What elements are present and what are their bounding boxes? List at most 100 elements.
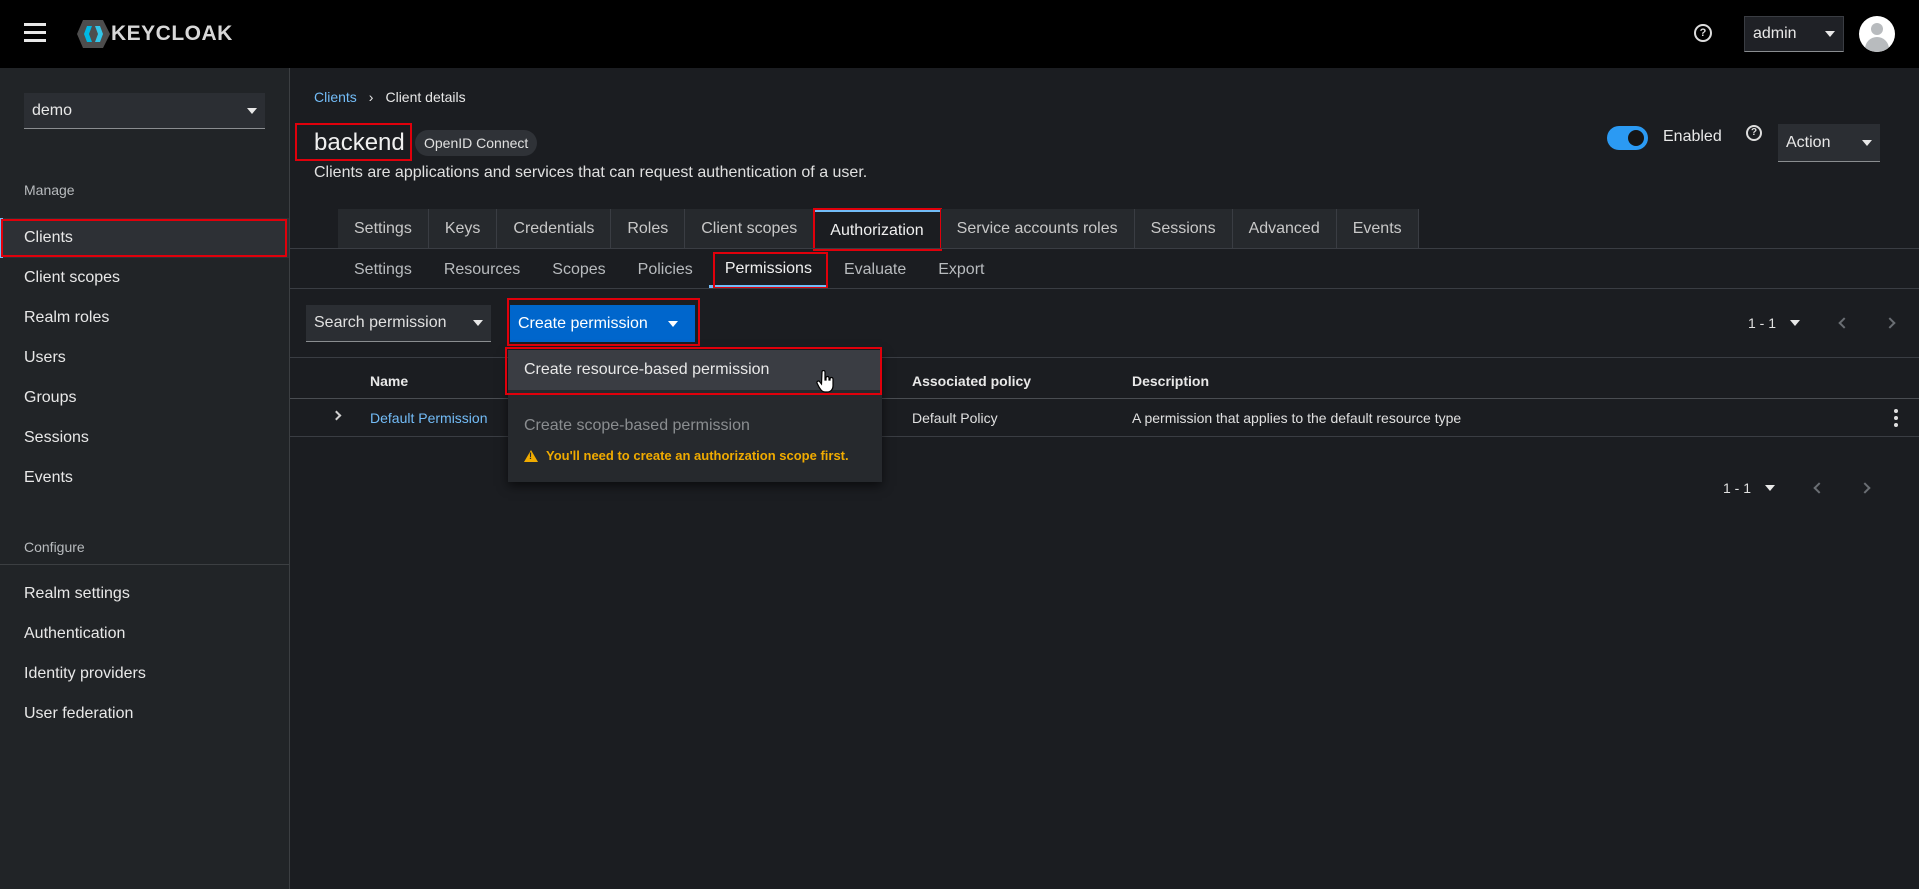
subtab-resources[interactable]: Resources (428, 252, 536, 288)
create-permission-button[interactable]: Create permission (510, 305, 695, 342)
pagination-dropdown-icon[interactable] (1765, 485, 1776, 491)
sidebar-item-label: Events (24, 469, 73, 486)
sidebar-item-sessions[interactable]: Sessions (0, 418, 289, 458)
sidebar-item-identity-providers[interactable]: Identity providers (0, 654, 289, 694)
subtab-policies[interactable]: Policies (622, 252, 709, 288)
sidebar-item-client-scopes[interactable]: Client scopes (0, 258, 289, 298)
nav-section-configure: Configure (24, 539, 85, 555)
subtab-permissions[interactable]: Permissions (708, 252, 828, 289)
action-label: Action (1786, 133, 1831, 151)
nav-divider (0, 564, 289, 565)
logo-text: KEYCLOAK (111, 22, 233, 45)
sidebar-item-label: Client scopes (24, 269, 121, 286)
subtab-export[interactable]: Export (922, 252, 1000, 288)
previous-page-icon[interactable] (1838, 317, 1850, 329)
user-dropdown[interactable]: admin (1744, 16, 1844, 52)
permission-description: A permission that applies to the default… (1132, 410, 1462, 426)
protocol-badge: OpenID Connect (415, 130, 538, 156)
authorization-subtabs: Settings Resources Scopes Policies Permi… (338, 252, 1000, 289)
sidebar-item-label: Groups (24, 389, 77, 406)
nav-section-manage: Manage (24, 182, 75, 198)
sidebar-item-label: Authentication (24, 625, 126, 642)
sidebar-item-events[interactable]: Events (0, 458, 289, 498)
tab-settings[interactable]: Settings (338, 209, 429, 249)
caret-down-icon (667, 320, 678, 327)
help-icon[interactable]: ? (1746, 125, 1762, 141)
hand-pointer-icon (816, 370, 834, 393)
create-permission-label: Create permission (518, 314, 648, 332)
breadcrumb-clients-link[interactable]: Clients (314, 89, 357, 105)
permission-policy: Default Policy (912, 410, 998, 426)
page-title: backend (314, 129, 405, 156)
previous-page-icon[interactable] (1813, 482, 1825, 494)
sidebar-item-label: Identity providers (24, 665, 146, 682)
tab-sessions[interactable]: Sessions (1134, 209, 1233, 249)
breadcrumb: Clients › Client details (314, 89, 466, 105)
menu-item-label: Create scope-based permission (524, 417, 750, 434)
realm-select[interactable]: demo (24, 93, 265, 129)
pagination-dropdown-icon[interactable] (1790, 320, 1801, 326)
masthead: KEYCLOAK ? admin (0, 0, 1919, 68)
avatar[interactable] (1859, 16, 1895, 52)
sidebar-item-user-federation[interactable]: User federation (0, 694, 289, 734)
search-permission-label: Search permission (314, 314, 447, 331)
subtab-settings[interactable]: Settings (338, 252, 428, 288)
tab-authorization[interactable]: Authorization (813, 208, 942, 251)
sidebar-item-groups[interactable]: Groups (0, 378, 289, 418)
pagination-top: 1 - 1 (1748, 315, 1896, 331)
caret-down-icon (473, 320, 483, 326)
highlight-box (712, 252, 828, 289)
sidebar-item-realm-roles[interactable]: Realm roles (0, 298, 289, 338)
action-dropdown[interactable]: Action (1778, 124, 1880, 162)
sidebar-item-clients[interactable]: Clients (0, 218, 289, 258)
sidebar-item-realm-settings[interactable]: Realm settings (0, 574, 289, 614)
divider (290, 248, 1919, 249)
keycloak-logo-icon (77, 20, 113, 48)
scope-warning-text: You'll need to create an authorization s… (546, 448, 849, 463)
scope-warning: You'll need to create an authorization s… (524, 448, 849, 463)
tab-credentials[interactable]: Credentials (497, 209, 612, 249)
realm-name: demo (32, 101, 73, 119)
expand-row-icon[interactable] (331, 410, 342, 421)
breadcrumb-current: Client details (385, 89, 466, 105)
sidebar-item-label: Users (24, 349, 66, 366)
help-icon[interactable]: ? (1694, 24, 1712, 42)
sidebar-item-authentication[interactable]: Authentication (0, 614, 289, 654)
tab-service-accounts-roles[interactable]: Service accounts roles (940, 209, 1135, 249)
tab-client-scopes[interactable]: Client scopes (685, 209, 815, 249)
caret-down-icon (1825, 31, 1835, 37)
next-page-icon[interactable] (1859, 482, 1871, 494)
column-header-description: Description (1132, 373, 1210, 389)
search-permission-dropdown[interactable]: Search permission (306, 305, 491, 342)
sidebar-item-label: Realm roles (24, 309, 110, 326)
tab-events[interactable]: Events (1336, 209, 1419, 249)
highlight-box (1, 219, 287, 257)
caret-down-icon (1862, 139, 1872, 146)
tab-advanced[interactable]: Advanced (1232, 209, 1337, 249)
keycloak-logo[interactable]: KEYCLOAK (77, 20, 233, 48)
sidebar-item-users[interactable]: Users (0, 338, 289, 378)
enabled-toggle[interactable] (1607, 126, 1648, 150)
subtab-evaluate[interactable]: Evaluate (828, 252, 922, 288)
hamburger-menu-icon[interactable] (24, 23, 46, 43)
divider (290, 288, 1919, 289)
enabled-label: Enabled (1663, 128, 1722, 145)
client-title-highlight: backend (295, 123, 412, 161)
highlight-box (813, 208, 942, 251)
pagination-count: 1 - 1 (1723, 480, 1752, 496)
page-description: Clients are applications and services th… (314, 164, 868, 181)
caret-down-icon (247, 107, 257, 114)
chevron-right-icon: › (368, 89, 374, 105)
row-actions-kebab-icon[interactable] (1894, 409, 1898, 427)
tab-roles[interactable]: Roles (611, 209, 686, 249)
warning-icon (524, 449, 538, 462)
client-tabs: Settings Keys Credentials Roles Client s… (338, 208, 1419, 251)
permission-name-link[interactable]: Default Permission (370, 410, 488, 426)
column-header-name[interactable]: Name (370, 373, 408, 389)
sidebar-item-label: Sessions (24, 429, 89, 446)
next-page-icon[interactable] (1884, 317, 1896, 329)
user-name: admin (1753, 25, 1797, 42)
subtab-scopes[interactable]: Scopes (536, 252, 621, 288)
sidebar-item-label: User federation (24, 705, 134, 722)
tab-keys[interactable]: Keys (428, 209, 498, 249)
